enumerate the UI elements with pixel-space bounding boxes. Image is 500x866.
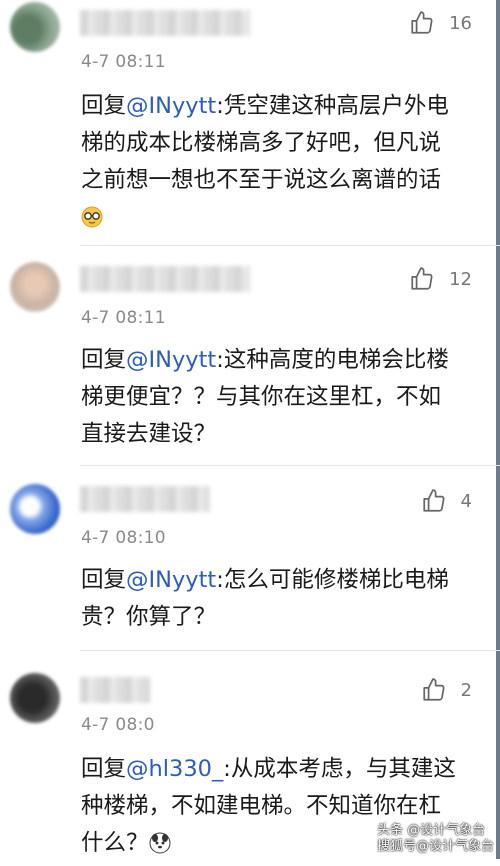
like-button[interactable]: 2 [421,677,472,703]
like-count: 2 [460,679,472,701]
scrollbar-track [496,0,500,859]
username[interactable] [80,266,250,292]
thumbs-up-icon [411,11,433,34]
comment-timestamp: 4-7 08:10 [81,528,166,548]
watermark: 头条 @设计气象台 搜狐号@设计气象台 [377,823,494,855]
divider [80,650,500,651]
mention-link[interactable]: @hl330_ [126,756,223,782]
username[interactable] [80,677,150,703]
like-button[interactable]: 4 [421,488,472,514]
comment-body: 回复@INyytt:怎么可能修楼梯比电梯贵？你算了？ [81,562,462,636]
thumbs-up-icon [422,678,445,701]
mention-link[interactable]: @INyytt [126,567,216,593]
avatar[interactable] [10,484,60,534]
face-with-glasses-icon [81,203,103,240]
avatar[interactable] [10,262,60,312]
reply-prefix: 回复 [81,756,127,782]
comment-item: 4 4-7 08:10 回复@INyytt:怎么可能修楼梯比电梯贵？你算了？ [0,470,496,650]
thumbs-up-icon [411,267,433,290]
like-button[interactable]: 16 [409,10,472,36]
like-count: 12 [449,268,472,290]
like-count: 4 [460,490,472,512]
comment-item: 12 4-7 08:11 回复@INyytt:这种高度的电梯会比楼梯更便宜？？与… [0,250,496,470]
reply-prefix: 回复 [81,567,127,593]
comment-timestamp: 4-7 08:0 [81,715,155,735]
like-button[interactable]: 12 [409,266,472,292]
avatar[interactable] [10,673,60,723]
comment-timestamp: 4-7 08:11 [81,52,166,72]
avatar[interactable] [10,2,60,52]
reply-prefix: 回复 [81,93,127,119]
comment-body: 回复@INyytt:这种高度的电梯会比楼梯更便宜？？与其你在这里杠，不如直接去建… [81,342,462,453]
dog-face-icon [149,829,171,866]
watermark-line: 头条 @设计气象台 [376,823,486,838]
watermark-line: 搜狐号@设计气象台 [376,839,494,854]
divider [80,465,500,466]
comment-timestamp: 4-7 08:11 [81,308,166,328]
thumbs-up-icon [422,489,445,512]
username[interactable] [80,486,210,512]
mention-link[interactable]: @INyytt [126,93,216,119]
comment-item: 16 4-7 08:11 回复@INyytt:凭空建这种高层户外电梯的成本比楼梯… [0,0,496,245]
mention-link[interactable]: @INyytt [126,347,216,373]
username[interactable] [80,10,250,36]
reply-prefix: 回复 [81,347,127,373]
divider [80,245,500,246]
like-count: 16 [449,12,472,34]
comment-body: 回复@INyytt:凭空建这种高层户外电梯的成本比楼梯高多了好吧，但凡说之前想一… [81,88,462,240]
